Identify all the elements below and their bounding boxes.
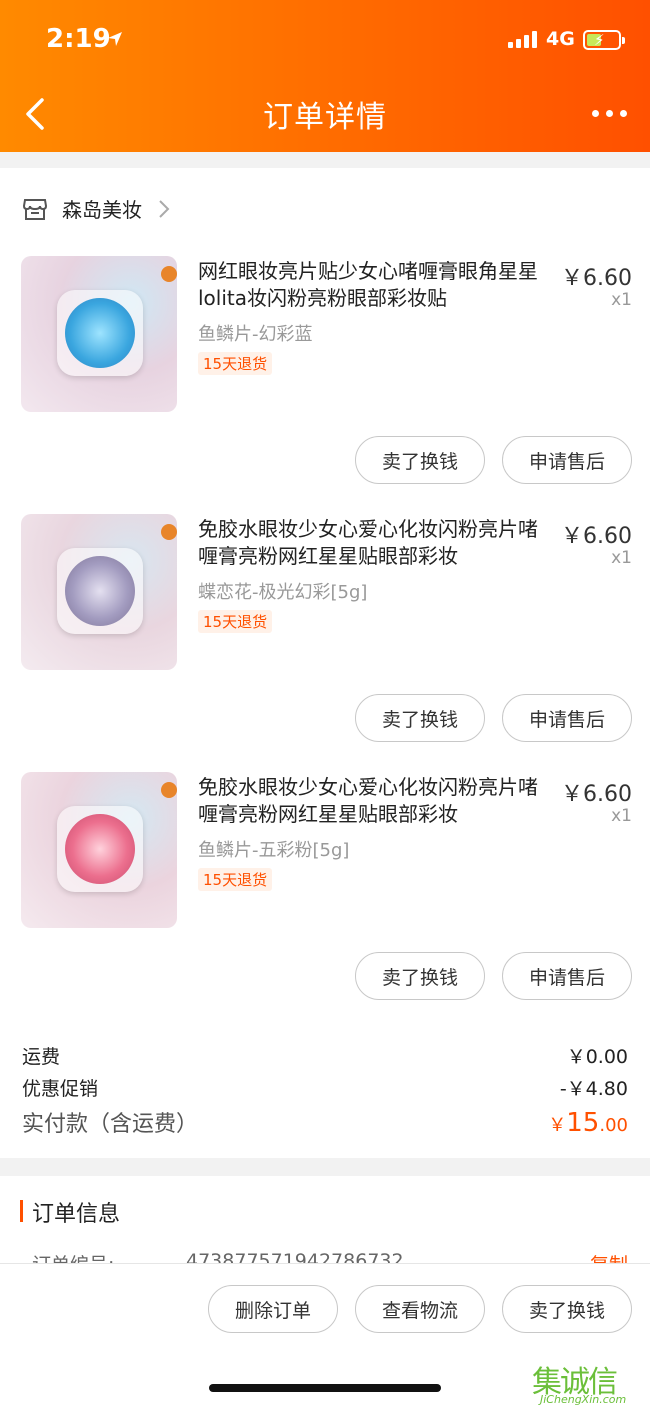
total-value: ￥15.00 (548, 1108, 628, 1138)
cellular-signal-icon (508, 30, 537, 48)
shop-header[interactable]: 森岛美妆 (22, 194, 170, 223)
product-title[interactable]: 免胶水眼妆少女心爱心化妆闪粉亮片啫喱膏亮粉网红星星贴眼部彩妆 (198, 774, 548, 828)
watermark-logo: 集诚信 JiChengXin.com (532, 1357, 626, 1406)
home-indicator[interactable] (209, 1384, 441, 1392)
location-arrow-icon (108, 32, 122, 46)
return-policy-badge: 15天退货 (198, 610, 273, 633)
more-options-icon[interactable] (592, 110, 627, 117)
product-image[interactable] (21, 772, 177, 928)
total-row: 实付款（含运费） ￥15.00 (22, 1106, 628, 1138)
discount-row: 优惠促销 -￥4.80 (22, 1074, 628, 1101)
shipping-label: 运费 (22, 1046, 61, 1068)
shipping-value: ￥0.00 (566, 1046, 628, 1068)
delete-order-button[interactable]: 删除订单 (208, 1285, 338, 1333)
product-title[interactable]: 网红眼妆亮片贴少女心啫喱膏眼角星星lolita妆闪粉亮粉眼部彩妆贴 (198, 258, 548, 312)
product-price: ￥6.60 (561, 782, 632, 807)
section-accent-bar (20, 1200, 23, 1222)
sell-for-cash-button[interactable]: 卖了换钱 (502, 1285, 632, 1333)
product-price: ￥6.60 (561, 266, 632, 291)
status-time: 2:19 (46, 24, 111, 54)
product-spec: 鱼鳞片-五彩粉[5g] (198, 840, 350, 861)
sell-for-cash-button[interactable]: 卖了换钱 (355, 436, 485, 484)
chevron-right-icon (159, 199, 170, 218)
watermark-url: JiChengXin.com (540, 1393, 627, 1406)
product-spec: 蝶恋花-极光幻彩[5g] (198, 582, 368, 603)
return-policy-badge: 15天退货 (198, 352, 273, 375)
apply-after-sales-button[interactable]: 申请售后 (502, 694, 632, 742)
battery-icon: ⚡ (583, 30, 625, 50)
view-logistics-button[interactable]: 查看物流 (355, 1285, 485, 1333)
status-bar: 2:19 4G ⚡ (0, 0, 650, 80)
shipping-row: 运费 ￥0.00 (22, 1042, 628, 1069)
product-quantity: x1 (611, 548, 632, 568)
order-card: 森岛美妆 网红眼妆亮片贴少女心啫喱膏眼角星星lolita妆闪粉亮粉眼部彩妆贴 ￥… (0, 168, 650, 1158)
order-info-title: 订单信息 (32, 1202, 121, 1227)
product-price: ￥6.60 (561, 524, 632, 549)
discount-value: -￥4.80 (559, 1078, 628, 1100)
total-label: 实付款（含运费） (22, 1112, 199, 1137)
sell-for-cash-button[interactable]: 卖了换钱 (355, 694, 485, 742)
return-policy-badge: 15天退货 (198, 868, 273, 891)
order-info-section: 订单信息 订单编号: 473877571942786732 复制 (0, 1176, 650, 1276)
product-image[interactable] (21, 256, 177, 412)
header: 2:19 4G ⚡ 订单详情 (0, 0, 650, 152)
product-quantity: x1 (611, 290, 632, 310)
product-quantity: x1 (611, 806, 632, 826)
product-title[interactable]: 免胶水眼妆少女心爱心化妆闪粉亮片啫喱膏亮粉网红星星贴眼部彩妆 (198, 516, 548, 570)
discount-label: 优惠促销 (22, 1078, 99, 1100)
product-spec: 鱼鳞片-幻彩蓝 (198, 324, 313, 345)
apply-after-sales-button[interactable]: 申请售后 (502, 436, 632, 484)
store-icon (22, 198, 48, 220)
sell-for-cash-button[interactable]: 卖了换钱 (355, 952, 485, 1000)
product-image[interactable] (21, 514, 177, 670)
network-type: 4G (546, 28, 575, 50)
page-title: 订单详情 (263, 100, 387, 135)
apply-after-sales-button[interactable]: 申请售后 (502, 952, 632, 1000)
bottom-action-bar: 删除订单 查看物流 卖了换钱 集诚信 JiChengXin.com (0, 1263, 650, 1407)
shop-name: 森岛美妆 (62, 198, 142, 222)
